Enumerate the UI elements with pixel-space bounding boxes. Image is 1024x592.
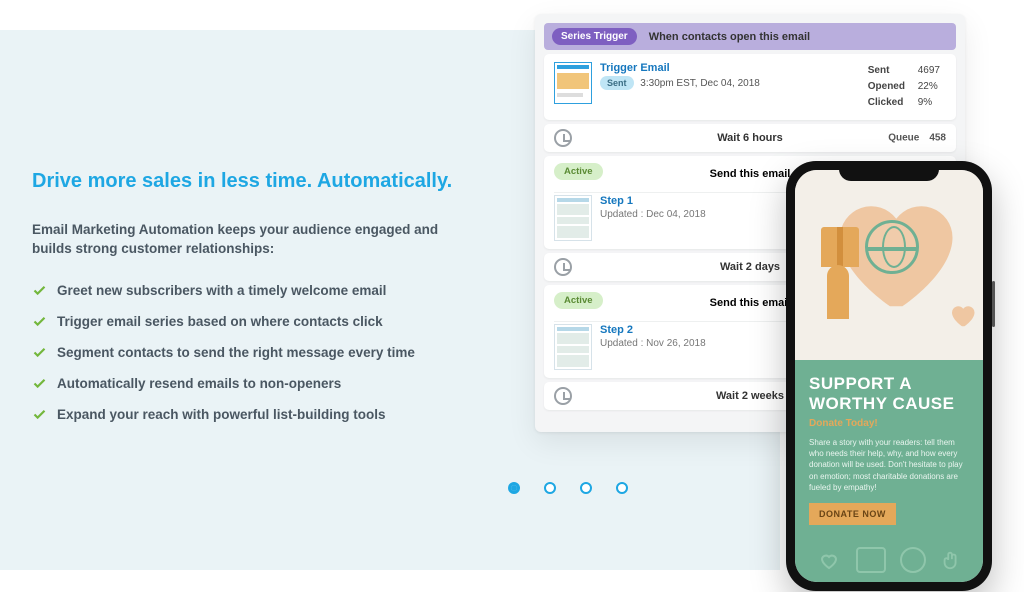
step-updated: Updated : Nov 26, 2018 [600, 338, 706, 349]
feature-item: Expand your reach with powerful list-bui… [32, 407, 472, 422]
hero-copy: Drive more sales in less time. Automatic… [32, 170, 472, 438]
globe-icon [900, 547, 926, 573]
queue-label: Queue [888, 133, 919, 144]
hand-icon [827, 265, 849, 319]
carousel-dots [508, 482, 628, 494]
feature-item: Automatically resend emails to non-opene… [32, 376, 472, 391]
phone-subtitle: Donate Today! [809, 418, 969, 429]
clock-icon [554, 129, 572, 147]
headline: Drive more sales in less time. Automatic… [32, 170, 472, 193]
phone-mockup: SUPPORT AWORTHY CAUSE Donate Today! Shar… [786, 161, 992, 591]
step-action: Send this email [710, 168, 791, 180]
hand-icon [940, 547, 962, 573]
feature-text: Segment contacts to send the right messa… [57, 345, 415, 360]
wait-label: Wait 6 hours [717, 132, 783, 144]
feature-item: Segment contacts to send the right messa… [32, 345, 472, 360]
globe-icon [865, 220, 919, 274]
carousel-dot-4[interactable] [616, 482, 628, 494]
feature-item: Trigger email series based on where cont… [32, 314, 472, 329]
phone-footer-icons [809, 547, 969, 573]
check-icon [32, 283, 47, 298]
phone-body-text: Share a story with your readers: tell th… [809, 437, 969, 493]
trigger-sent-time: 3:30pm EST, Dec 04, 2018 [640, 78, 760, 89]
phone-side-button [992, 281, 995, 327]
queue-count: 458 [929, 133, 946, 144]
phone-screen: SUPPORT AWORTHY CAUSE Donate Today! Shar… [795, 170, 983, 582]
carousel-dot-3[interactable] [580, 482, 592, 494]
gift-icon [821, 235, 859, 267]
series-trigger-text: When contacts open this email [649, 31, 810, 43]
wait-label: Wait 2 weeks [716, 390, 784, 402]
phone-body: SUPPORT AWORTHY CAUSE Donate Today! Shar… [795, 360, 983, 582]
active-badge: Active [554, 163, 603, 180]
trigger-email-card[interactable]: Trigger Email Sent 3:30pm EST, Dec 04, 2… [544, 54, 956, 120]
step-title: Step 2 [600, 324, 706, 336]
donate-now-button[interactable]: DONATE NOW [809, 503, 896, 525]
phone-notch [839, 161, 939, 181]
clock-icon [554, 387, 572, 405]
feature-text: Expand your reach with powerful list-bui… [57, 407, 386, 422]
feature-text: Greet new subscribers with a timely welc… [57, 283, 386, 298]
trigger-email-title: Trigger Email [600, 62, 858, 74]
check-icon [32, 345, 47, 360]
series-trigger-badge: Series Trigger [552, 28, 637, 45]
check-icon [32, 376, 47, 391]
check-icon [32, 407, 47, 422]
wait-card-6h[interactable]: Wait 6 hours Queue 458 [544, 124, 956, 152]
series-trigger-bar[interactable]: Series Trigger When contacts open this e… [544, 23, 956, 50]
trigger-stats: Sent4697 Opened22% Clicked9% [866, 62, 946, 112]
step-updated: Updated : Dec 04, 2018 [600, 209, 706, 220]
hearts-icon [816, 548, 842, 572]
step-action: Send this email [710, 297, 791, 309]
wait-label: Wait 2 days [720, 261, 780, 273]
feature-text: Trigger email series based on where cont… [57, 314, 383, 329]
phone-title: SUPPORT AWORTHY CAUSE [809, 374, 969, 413]
check-icon [32, 314, 47, 329]
step-title: Step 1 [600, 195, 706, 207]
subheadline: Email Marketing Automation keeps your au… [32, 221, 472, 259]
phone-hero [795, 170, 983, 360]
clock-icon [554, 258, 572, 276]
laptop-icon [856, 547, 886, 573]
email-thumbnail [554, 324, 592, 370]
feature-item: Greet new subscribers with a timely welc… [32, 283, 472, 298]
sent-badge: Sent [600, 76, 634, 90]
carousel-dot-1[interactable] [508, 482, 520, 494]
email-thumbnail [554, 62, 592, 104]
feature-list: Greet new subscribers with a timely welc… [32, 283, 472, 422]
active-badge: Active [554, 292, 603, 309]
feature-text: Automatically resend emails to non-opene… [57, 376, 341, 391]
carousel-dot-2[interactable] [544, 482, 556, 494]
heart-icon [947, 300, 977, 330]
email-thumbnail [554, 195, 592, 241]
